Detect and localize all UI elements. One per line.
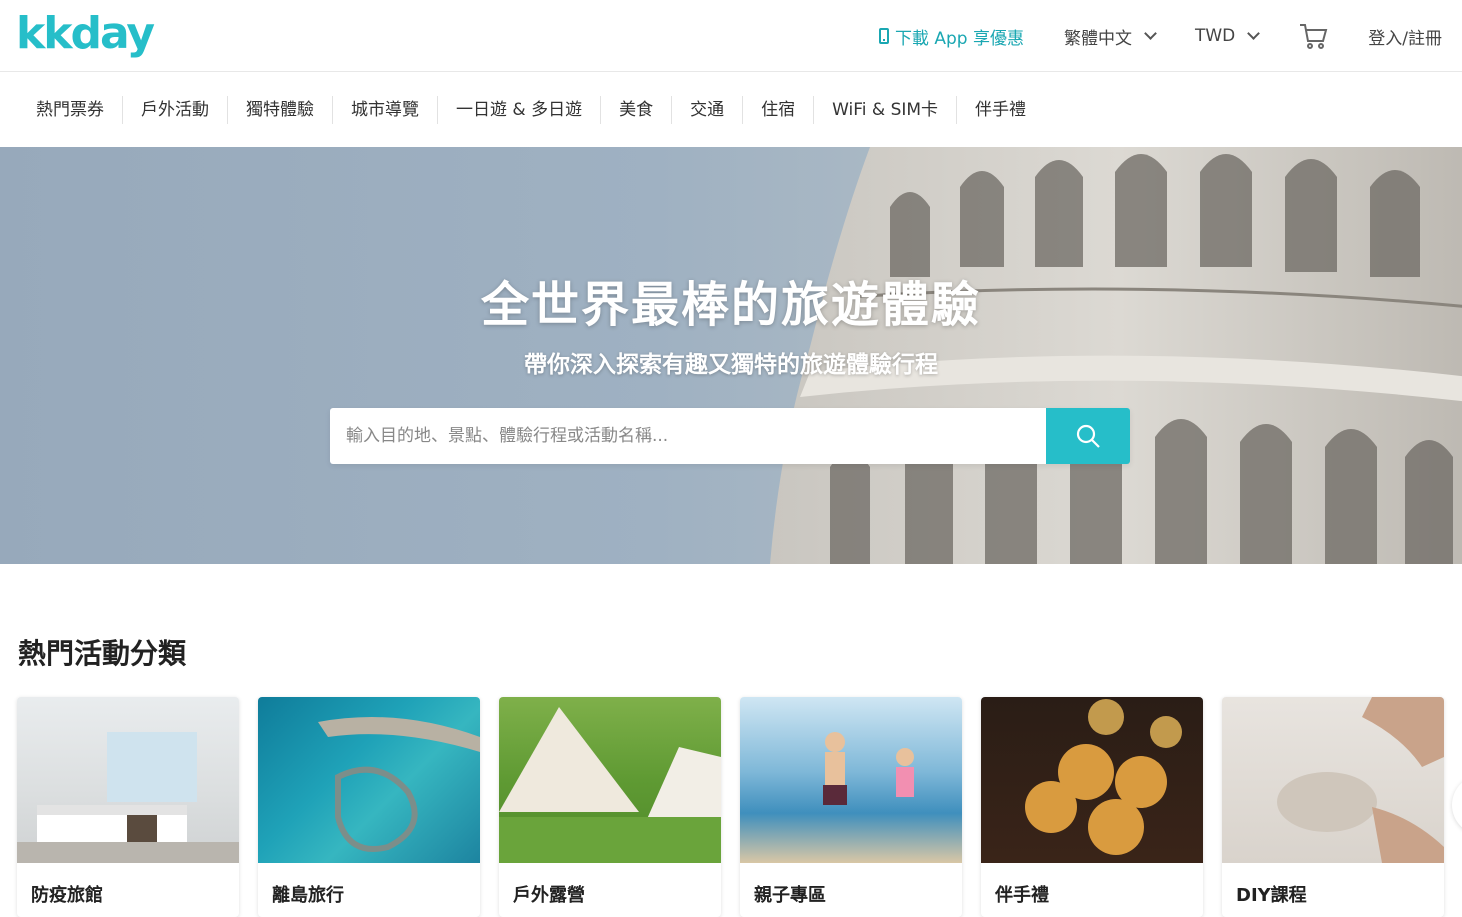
pottery-image [1222, 697, 1444, 863]
category-cards: 防疫旅館 離島旅行 戶外露營 親子專區 伴手禮 DIY課程 [17, 697, 1444, 917]
kids-beach-image [740, 697, 962, 863]
category-card-label: 親子專區 [754, 885, 826, 906]
header-actions: 下載 App 享優惠 繁體中文 TWD 登入/註冊 [839, 0, 1442, 72]
nav-item-experience[interactable]: 獨特體驗 [228, 96, 333, 124]
top-header: kkday 下載 App 享優惠 繁體中文 TWD 登入/註冊 [0, 0, 1462, 72]
chevron-down-icon [1144, 26, 1157, 40]
search-bar [330, 408, 1130, 464]
category-card[interactable]: 戶外露營 [499, 697, 721, 917]
search-input[interactable] [330, 408, 1046, 464]
category-card-label: 戶外露營 [513, 885, 585, 906]
nav-item-outdoor[interactable]: 戶外活動 [123, 96, 228, 124]
nav-item-food[interactable]: 美食 [601, 96, 673, 124]
category-card-label: DIY課程 [1236, 885, 1307, 906]
nav-item-city-tour[interactable]: 城市導覽 [333, 96, 438, 124]
login-register-link[interactable]: 登入/註冊 [1368, 24, 1442, 49]
currency-label: TWD [1194, 26, 1236, 46]
currency-selector[interactable]: TWD [1194, 26, 1261, 46]
chevron-down-icon [1247, 26, 1261, 40]
nav-item-day-trips[interactable]: 一日遊 & 多日遊 [438, 96, 602, 124]
nav-item-wifi-sim[interactable]: WiFi & SIM卡 [814, 96, 958, 124]
category-card[interactable]: 防疫旅館 [17, 697, 239, 917]
hero-banner: 全世界最棒的旅遊體驗 帶你深入探索有趣又獨特的旅遊體驗行程 [0, 147, 1462, 564]
language-label: 繁體中文 [1063, 28, 1132, 49]
hero-title: 全世界最棒的旅遊體驗 [480, 277, 981, 333]
kkday-logo[interactable]: kkday [16, 8, 155, 60]
carousel-next-button[interactable] [1452, 775, 1462, 835]
search-button[interactable] [1046, 408, 1130, 464]
login-label: 登入/註冊 [1368, 28, 1442, 49]
category-card[interactable]: 親子專區 [740, 697, 962, 917]
hotel-room-image [17, 697, 239, 863]
nav-item-souvenir[interactable]: 伴手禮 [957, 96, 1044, 124]
camping-image [499, 697, 721, 863]
category-card[interactable]: 離島旅行 [258, 697, 480, 917]
search-icon [1076, 424, 1100, 448]
cart-button[interactable] [1298, 22, 1328, 50]
mooncake-image [981, 697, 1203, 863]
nav-item-tickets[interactable]: 熱門票券 [18, 96, 123, 124]
island-image [258, 697, 480, 863]
category-card[interactable]: 伴手禮 [981, 697, 1203, 917]
app-download-link[interactable]: 下載 App 享優惠 [878, 24, 1024, 49]
category-nav: 熱門票券 戶外活動 獨特體驗 城市導覽 一日遊 & 多日遊 美食 交通 住宿 W… [0, 73, 1462, 147]
category-card-label: 離島旅行 [272, 885, 344, 906]
phone-icon [878, 28, 889, 44]
section-title: 熱門活動分類 [18, 637, 187, 670]
category-card-label: 伴手禮 [995, 885, 1049, 906]
app-download-label: 下載 App 享優惠 [894, 28, 1024, 49]
category-card[interactable]: DIY課程 [1222, 697, 1444, 917]
nav-item-stay[interactable]: 住宿 [743, 96, 815, 124]
language-selector[interactable]: 繁體中文 [1063, 24, 1157, 49]
category-card-label: 防疫旅館 [31, 885, 103, 906]
cart-icon [1298, 22, 1328, 50]
hero-subtitle: 帶你深入探索有趣又獨特的旅遊體驗行程 [524, 352, 938, 378]
nav-item-transport[interactable]: 交通 [672, 96, 744, 124]
